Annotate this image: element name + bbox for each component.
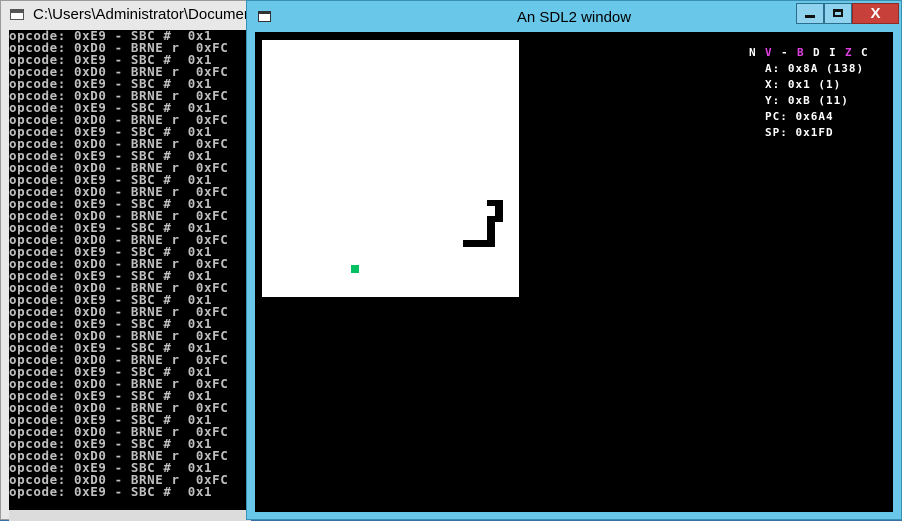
sdl-titlebar[interactable]: An SDL2 window X bbox=[247, 1, 901, 32]
status-flag: D bbox=[813, 46, 820, 59]
register-value: X: 0x1 (1) bbox=[765, 78, 842, 91]
close-icon: X bbox=[870, 5, 881, 22]
register-list: A: 0x8A (138) X: 0x1 (1) Y: 0xB (11) PC: 0x… bbox=[749, 62, 877, 142]
status-flag: I bbox=[829, 46, 836, 59]
game-screen[interactable] bbox=[262, 40, 519, 297]
console-app-icon[interactable] bbox=[10, 9, 24, 20]
register-value: SP: 0x1FD bbox=[765, 126, 834, 139]
status-flag: B bbox=[797, 46, 804, 59]
console-horizontal-scrollbar[interactable] bbox=[9, 510, 251, 521]
console-line: opcode: 0xE9 - SBC # 0x1 bbox=[9, 484, 213, 499]
maximize-button[interactable] bbox=[824, 3, 852, 24]
status-flag: V bbox=[765, 46, 772, 59]
register-value: Y: 0xB (11) bbox=[765, 94, 849, 107]
console-window[interactable]: C:\Users\Administrator\Documents opcode:… bbox=[0, 0, 264, 521]
minimize-icon bbox=[805, 15, 815, 18]
console-titlebar[interactable]: C:\Users\Administrator\Documents bbox=[1, 1, 264, 29]
status-flag: Z bbox=[845, 46, 852, 59]
status-flags: NV-BDIZC bbox=[749, 46, 877, 62]
register-value: PC: 0x6A4 bbox=[765, 110, 834, 123]
close-button[interactable]: X bbox=[852, 3, 899, 24]
register-value: A: 0x8A (138) bbox=[765, 62, 865, 75]
snake-segment bbox=[463, 240, 495, 247]
maximize-icon bbox=[833, 9, 843, 17]
snake-segment bbox=[495, 206, 503, 222]
status-flag: N bbox=[749, 46, 756, 59]
status-flag: - bbox=[781, 46, 788, 59]
console-title: C:\Users\Administrator\Documents bbox=[33, 6, 264, 23]
cpu-status-panel: NV-BDIZC A: 0x8A (138) X: 0x1 (1) Y: 0xB (… bbox=[749, 46, 877, 142]
console-output[interactable]: opcode: 0xE9 - SBC # 0x1 opcode: 0xD0 - B… bbox=[9, 30, 251, 510]
status-flag: C bbox=[861, 46, 868, 59]
sdl-render-area[interactable]: NV-BDIZC A: 0x8A (138) X: 0x1 (1) Y: 0xB (… bbox=[255, 32, 893, 512]
minimize-button[interactable] bbox=[796, 3, 824, 24]
food-pellet bbox=[351, 265, 359, 273]
sdl-window[interactable]: An SDL2 window X NV-BDIZC A: 0x8A (138) X… bbox=[246, 0, 902, 520]
